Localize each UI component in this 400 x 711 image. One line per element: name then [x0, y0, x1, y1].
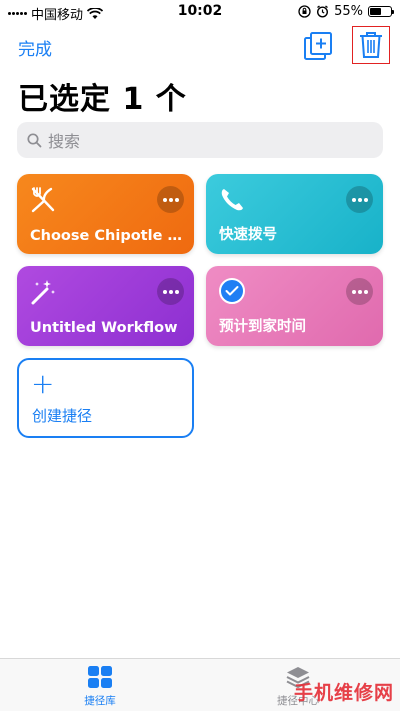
- create-shortcut-label: 创建捷径: [32, 407, 93, 425]
- shortcut-card[interactable]: Untitled Workflow: [17, 266, 194, 346]
- search-icon: [27, 132, 42, 147]
- status-right: 55%: [298, 4, 394, 19]
- phone-icon: [221, 189, 243, 211]
- duplicate-button[interactable]: [303, 31, 333, 61]
- battery-fill: [370, 8, 381, 15]
- more-button[interactable]: [157, 278, 184, 305]
- search-input[interactable]: 搜索: [17, 122, 383, 158]
- fork-knife-icon: [31, 187, 55, 213]
- shortcut-card[interactable]: 快速拨号: [206, 174, 383, 254]
- battery-icon: [368, 6, 394, 17]
- watermark: 手机维修网: [293, 682, 394, 704]
- more-button[interactable]: [346, 186, 373, 213]
- more-button[interactable]: [346, 278, 373, 305]
- page-title: 已选定 1 个: [18, 82, 187, 117]
- grid-icon: [88, 666, 112, 688]
- plus-icon: +: [31, 367, 55, 400]
- magic-wand-icon: [31, 280, 55, 305]
- selected-indicator[interactable]: [219, 278, 245, 304]
- search-placeholder: 搜索: [48, 132, 81, 151]
- shortcut-label: 预计到家时间: [219, 319, 306, 335]
- shortcut-card-selected[interactable]: 预计到家时间: [206, 266, 383, 346]
- delete-button[interactable]: [352, 26, 390, 64]
- battery-percent: 55%: [334, 4, 363, 19]
- done-button[interactable]: 完成: [18, 35, 52, 60]
- shortcut-card[interactable]: Choose Chipotle O...: [17, 174, 194, 254]
- status-bar: 中国移动 10:02 55%: [0, 0, 400, 24]
- more-button[interactable]: [157, 186, 184, 213]
- shortcut-label: 快速拨号: [219, 227, 277, 243]
- trash-icon: [360, 32, 382, 58]
- shortcut-label: Untitled Workflow: [30, 320, 178, 336]
- checkmark-icon: [225, 286, 239, 296]
- create-shortcut-button[interactable]: + 创建捷径: [17, 358, 194, 438]
- shortcut-label: Choose Chipotle O...: [30, 228, 186, 244]
- alarm-icon: [317, 5, 329, 18]
- tab-library-label: 捷径库: [84, 695, 116, 707]
- orientation-lock-icon: [298, 5, 311, 18]
- tab-library[interactable]: 捷径库: [60, 665, 140, 708]
- duplicate-icon: [304, 32, 332, 60]
